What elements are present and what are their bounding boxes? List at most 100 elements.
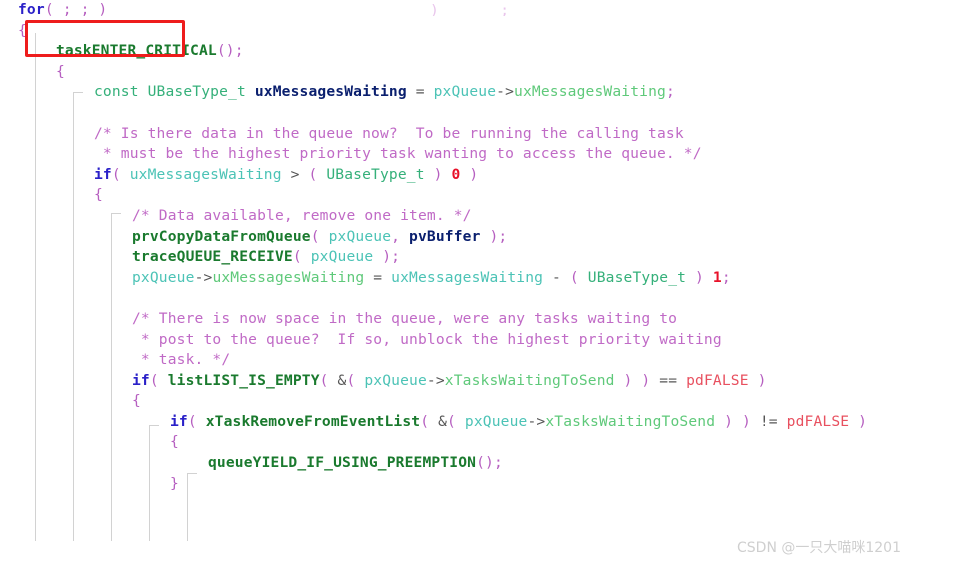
- code-token-id: uxMessagesWaiting: [391, 268, 544, 286]
- code-screenshot: ) ; for( ; ; ){taskENTER_CRITICAL();{con…: [0, 0, 971, 565]
- code-token-idg: xTasksWaitingToSend: [444, 371, 615, 389]
- code-token-pun: (: [310, 227, 329, 245]
- code-token-cst: pdFALSE: [786, 412, 850, 430]
- code-token-id: pxQueue: [464, 412, 528, 430]
- code-token-op: ->: [194, 268, 213, 286]
- code-token-pun: (: [420, 412, 439, 430]
- code-token-cm: /* Is there data in the queue now? To be…: [94, 124, 684, 142]
- code-line: if( listLIST_IS_EMPTY( &( pxQueue->xTask…: [0, 371, 971, 392]
- code-token-op: ->: [496, 83, 515, 101]
- code-token-brace: {: [94, 186, 103, 204]
- code-line: pxQueue->uxMessagesWaiting = uxMessagesW…: [0, 268, 971, 289]
- code-line: {: [0, 62, 971, 83]
- code-token-id: pxQueue: [310, 248, 374, 266]
- code-line: /* There is now space in the queue, were…: [0, 309, 971, 330]
- code-token-op: ->: [426, 371, 445, 389]
- code-line: * must be the highest priority task want…: [0, 144, 971, 165]
- code-token-idg: uxMessagesWaiting: [212, 268, 365, 286]
- code-token-pun: (: [346, 371, 365, 389]
- code-token-op: [704, 269, 713, 286]
- code-token-brace: {: [18, 21, 27, 39]
- code-token-cst: pdFALSE: [686, 371, 749, 389]
- code-token-fn: queueYIELD_IF_USING_PREEMPTION: [208, 454, 477, 472]
- code-token-op: -: [543, 268, 570, 286]
- code-token-pun: (: [319, 371, 338, 389]
- code-token-pun: ): [460, 165, 479, 183]
- code-token-typ: UBaseType_t: [147, 83, 246, 101]
- code-line: /* Data available, remove one item. */: [0, 206, 971, 227]
- code-line: {: [0, 432, 971, 453]
- code-line: * post to the queue? If so, unblock the …: [0, 330, 971, 351]
- code-token-pun: ): [849, 412, 868, 430]
- code-token-pun: ): [748, 371, 767, 389]
- code-token-typ: UBaseType_t: [326, 165, 425, 183]
- code-line: for( ; ; ): [0, 0, 971, 21]
- code-line: if( xTaskRemoveFromEventList( &( pxQueue…: [0, 412, 971, 433]
- code-token-kw: if: [132, 371, 150, 389]
- code-token-pun: ;: [62, 1, 72, 18]
- code-token-fn: traceQUEUE_RECEIVE: [132, 248, 293, 266]
- code-token-op: ==: [650, 371, 687, 389]
- code-token-kw: if: [170, 412, 188, 430]
- code-token-op: ->: [527, 412, 546, 430]
- code-token-var: pvBuffer: [409, 227, 481, 245]
- code-token-pun: (: [447, 412, 465, 430]
- code-token-op: !=: [750, 412, 787, 430]
- code-line: queueYIELD_IF_USING_PREEMPTION();: [0, 453, 971, 474]
- code-token-op: [139, 83, 148, 100]
- code-token-pun: ): [424, 165, 443, 183]
- code-token-op: >: [281, 165, 309, 183]
- code-block: for( ; ; ){taskENTER_CRITICAL();{const U…: [0, 0, 971, 565]
- code-token-pun: (: [44, 1, 63, 18]
- code-token-pun: (: [292, 248, 311, 266]
- code-token-op: [246, 83, 255, 100]
- code-token-pun: (: [308, 165, 327, 183]
- code-token-id: pxQueue: [328, 227, 392, 245]
- code-token-pun: ): [89, 1, 108, 18]
- code-token-kw: if: [94, 165, 112, 183]
- code-token-op: &: [438, 412, 448, 430]
- code-line: taskENTER_CRITICAL();: [0, 41, 971, 62]
- code-token-fn: taskENTER_CRITICAL: [56, 42, 217, 60]
- code-line: {: [0, 185, 971, 206]
- code-token-cm: /* There is now space in the queue, were…: [132, 309, 678, 327]
- code-token-pun: (: [569, 268, 588, 286]
- code-line: /* Is there data in the queue now? To be…: [0, 124, 971, 145]
- code-token-pun: ;: [80, 1, 90, 18]
- code-token-fn: listLIST_IS_EMPTY: [167, 371, 320, 389]
- code-line: * task. */: [0, 350, 971, 371]
- code-token-op: [72, 1, 81, 18]
- code-token-pun: ;: [665, 83, 675, 101]
- code-token-pun: (: [187, 412, 206, 430]
- code-token-op: =: [406, 83, 434, 101]
- code-token-typ: UBaseType_t: [587, 268, 687, 286]
- code-token-pun: );: [480, 227, 508, 245]
- code-line: if( uxMessagesWaiting > ( UBaseType_t ) …: [0, 165, 971, 186]
- code-line: traceQUEUE_RECEIVE( pxQueue );: [0, 247, 971, 268]
- code-line: {: [0, 21, 971, 42]
- code-token-idg: uxMessagesWaiting: [514, 83, 666, 101]
- code-line: const UBaseType_t uxMessagesWaiting = px…: [0, 82, 971, 103]
- code-token-typ: const: [94, 83, 139, 101]
- code-line: prvCopyDataFromQueue( pxQueue, pvBuffer …: [0, 227, 971, 248]
- code-line: }: [0, 474, 971, 495]
- code-token-pun: ,: [391, 227, 410, 245]
- watermark-label: CSDN @一只大喵咪1201: [737, 540, 901, 556]
- code-token-op: =: [364, 268, 392, 286]
- code-token-cm: * post to the queue? If so, unblock the …: [132, 330, 722, 348]
- code-token-pun: ) ): [614, 371, 651, 389]
- code-line: {: [0, 391, 971, 412]
- code-token-id: pxQueue: [433, 83, 497, 101]
- code-token-brace: }: [170, 474, 179, 492]
- code-token-pun: ();: [216, 42, 244, 60]
- code-token-pun: ) ): [715, 412, 751, 430]
- code-token-id: pxQueue: [132, 268, 195, 286]
- code-token-id: uxMessagesWaiting: [129, 165, 282, 183]
- code-token-brace: {: [132, 392, 141, 410]
- code-token-pun: (: [149, 371, 168, 389]
- code-token-cm: * task. */: [132, 351, 231, 369]
- code-token-brace: {: [170, 433, 179, 451]
- code-token-fn: xTaskRemoveFromEventList: [205, 412, 421, 430]
